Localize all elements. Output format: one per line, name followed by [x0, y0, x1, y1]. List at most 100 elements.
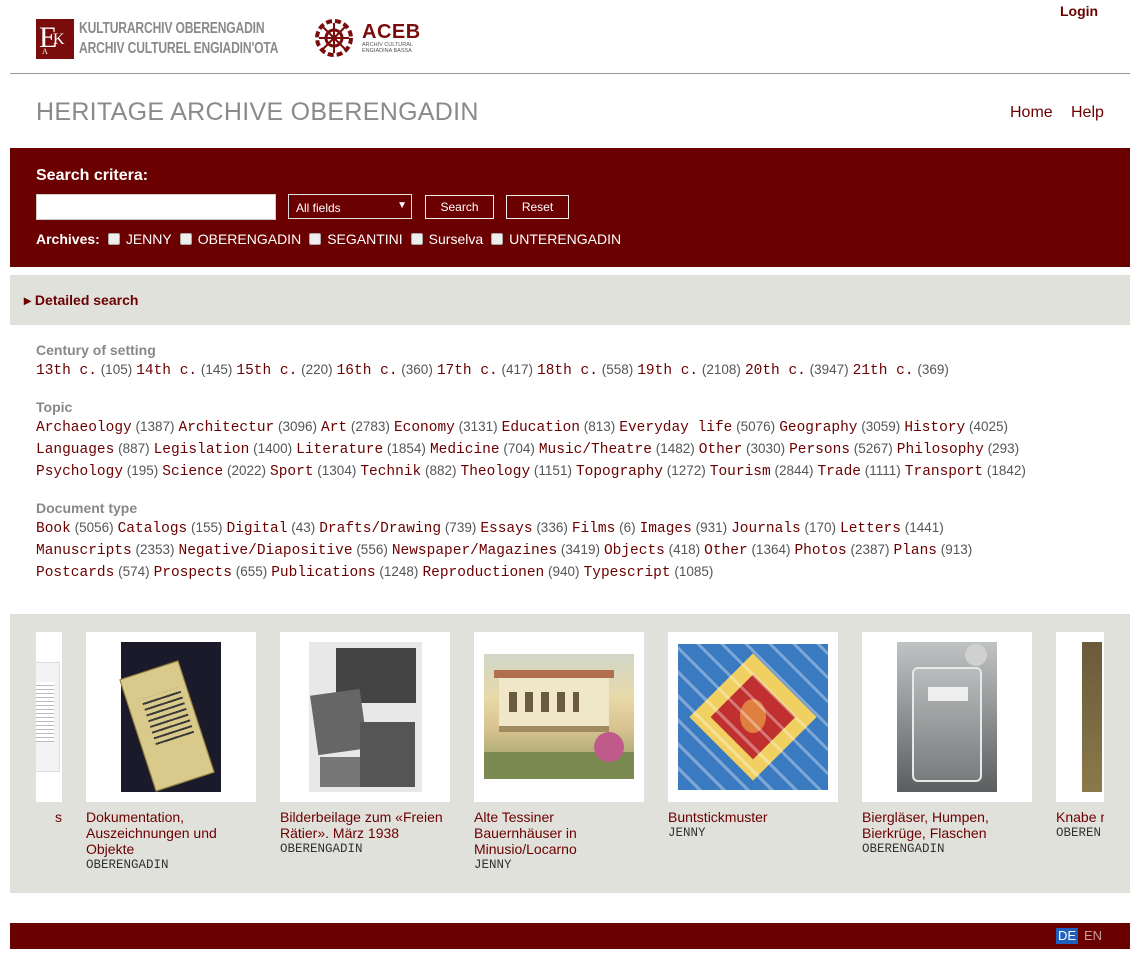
checkbox[interactable]	[309, 233, 322, 245]
facet-link[interactable]: Architectur	[179, 420, 275, 436]
archive-option-oberengadin[interactable]: OBERENGADIN	[179, 231, 301, 247]
facet-link[interactable]: 20th c.	[745, 363, 806, 379]
search-input[interactable]	[36, 194, 276, 220]
facet-link[interactable]: Persons	[789, 442, 850, 458]
facet-link[interactable]: Prospects	[154, 565, 232, 581]
facet-link[interactable]: Postcards	[36, 565, 114, 581]
facet-link[interactable]: Archaeology	[36, 420, 132, 436]
kulturarchiv-logo[interactable]: E K A KULTURARCHIV OBERENGADIN ARCHIV CU…	[36, 18, 281, 60]
facet-link[interactable]: Other	[699, 442, 743, 458]
carousel-thumbnail[interactable]	[1056, 632, 1104, 802]
facet-link[interactable]: Legislation	[154, 442, 250, 458]
archive-option-surselva[interactable]: Surselva	[410, 231, 483, 247]
carousel-thumbnail[interactable]	[86, 632, 256, 802]
facet-link[interactable]: Technik	[360, 464, 421, 480]
facet-link[interactable]: Publications	[271, 565, 375, 581]
checkbox[interactable]	[179, 233, 192, 245]
archive-option-unterengadin[interactable]: UNTERENGADIN	[491, 231, 621, 247]
carousel-item[interactable]: s	[36, 632, 62, 825]
facet-link[interactable]: Sport	[270, 464, 314, 480]
aceb-logo[interactable]: ACEB ARCHIV CULTURAL ENGIADINA BASSA	[314, 18, 421, 58]
facet-link[interactable]: Music/Theatre	[539, 442, 652, 458]
carousel-thumbnail[interactable]	[474, 632, 644, 802]
carousel-thumbnail[interactable]	[280, 632, 450, 802]
archives-filter: Archives: JENNY OBERENGADIN SEGANTINI Su…	[36, 231, 629, 247]
carousel-item-title[interactable]: Bilderbeilage zum «Freien Rätier». März …	[280, 809, 450, 841]
facet-link[interactable]: Newspaper/Magazines	[392, 543, 557, 559]
facet-link[interactable]: Philosophy	[897, 442, 984, 458]
facet-link[interactable]: Manuscripts	[36, 543, 132, 559]
facet-link[interactable]: Transport	[905, 464, 983, 480]
archive-option-segantini[interactable]: SEGANTINI	[309, 231, 403, 247]
carousel-item-title[interactable]: s	[36, 809, 62, 825]
reset-button[interactable]: Reset	[506, 195, 569, 219]
facet-link[interactable]: Essays	[480, 521, 532, 537]
facet-link[interactable]: Catalogs	[118, 521, 188, 537]
archive-option-jenny[interactable]: JENNY	[107, 231, 172, 247]
checkbox[interactable]	[491, 233, 504, 245]
facet-link[interactable]: Education	[502, 420, 580, 436]
facet-link[interactable]: Theology	[461, 464, 531, 480]
facet-link[interactable]: Tourism	[710, 464, 771, 480]
login-link[interactable]: Login	[1060, 3, 1098, 19]
facet-link[interactable]: Languages	[36, 442, 114, 458]
search-button[interactable]: Search	[425, 195, 494, 219]
checkbox[interactable]	[410, 233, 423, 245]
facet-link[interactable]: Psychology	[36, 464, 123, 480]
carousel-item[interactable]: Dokumentation, Auszeichnungen und Objekt…	[86, 632, 256, 873]
facet-link[interactable]: 15th c.	[236, 363, 297, 379]
facet-link[interactable]: Economy	[394, 420, 455, 436]
facet-link[interactable]: Topography	[576, 464, 663, 480]
facet-link[interactable]: 17th c.	[437, 363, 498, 379]
facet-link[interactable]: Plans	[893, 543, 937, 559]
facet-link[interactable]: Art	[321, 420, 347, 436]
facet-count: (1151)	[533, 463, 572, 478]
detailed-search-toggle[interactable]: ▸ Detailed search	[24, 292, 138, 309]
facet-link[interactable]: Journals	[731, 521, 801, 537]
facet-link[interactable]: Objects	[604, 543, 665, 559]
nav-help-link[interactable]: Help	[1071, 104, 1104, 122]
language-en-link[interactable]: EN	[1084, 928, 1102, 944]
facet-link[interactable]: Science	[162, 464, 223, 480]
facet-link[interactable]: Letters	[840, 521, 901, 537]
carousel-item[interactable]: Biergläser, Humpen, Bierkrüge, Flaschen O…	[862, 632, 1032, 857]
carousel-item[interactable]: Buntstickmuster JENNY	[668, 632, 838, 841]
facet-link[interactable]: Films	[572, 521, 616, 537]
facet-link[interactable]: Digital	[227, 521, 288, 537]
facet-link[interactable]: 21th c.	[853, 363, 914, 379]
carousel-item-title[interactable]: Alte Tessiner Bauernhäuser in Minusio/Lo…	[474, 809, 644, 857]
facet-link[interactable]: 16th c.	[337, 363, 398, 379]
checkbox[interactable]	[107, 233, 120, 245]
facet-link[interactable]: 13th c.	[36, 363, 97, 379]
facet-link[interactable]: Medicine	[430, 442, 500, 458]
carousel-item[interactable]: Knabe mOBEREN	[1056, 632, 1104, 841]
facet-link[interactable]: History	[904, 420, 965, 436]
language-de-link[interactable]: DE	[1056, 928, 1079, 944]
carousel-thumbnail[interactable]	[668, 632, 838, 802]
facet-link[interactable]: Everyday life	[619, 420, 732, 436]
facet-link[interactable]: 18th c.	[537, 363, 598, 379]
facet-link[interactable]: Negative/Diapositive	[179, 543, 353, 559]
carousel-thumbnail[interactable]	[36, 632, 62, 802]
facet-link[interactable]: Geography	[779, 420, 857, 436]
field-select[interactable]: All fields ▼	[288, 194, 412, 219]
facet-link[interactable]: Images	[640, 521, 692, 537]
facet-link[interactable]: 19th c.	[637, 363, 698, 379]
facet-link[interactable]: 14th c.	[136, 363, 197, 379]
carousel-item-title[interactable]: Buntstickmuster	[668, 809, 838, 825]
carousel-item-title[interactable]: Dokumentation, Auszeichnungen und Objekt…	[86, 809, 256, 857]
facet-link[interactable]: Other	[704, 543, 748, 559]
carousel-item-title[interactable]: Knabe m	[1056, 809, 1104, 825]
carousel-item-title[interactable]: Biergläser, Humpen, Bierkrüge, Flaschen	[862, 809, 1032, 841]
carousel-item[interactable]: Alte Tessiner Bauernhäuser in Minusio/Lo…	[474, 632, 644, 873]
facet-link[interactable]: Reproductionen	[422, 565, 544, 581]
facet-link[interactable]: Typescript	[584, 565, 671, 581]
nav-home-link[interactable]: Home	[1010, 104, 1053, 122]
carousel-item[interactable]: Bilderbeilage zum «Freien Rätier». März …	[280, 632, 450, 857]
facet-link[interactable]: Literature	[296, 442, 383, 458]
carousel-thumbnail[interactable]	[862, 632, 1032, 802]
facet-link[interactable]: Drafts/Drawing	[319, 521, 441, 537]
facet-link[interactable]: Book	[36, 521, 71, 537]
facet-link[interactable]: Photos	[794, 543, 846, 559]
facet-link[interactable]: Trade	[817, 464, 861, 480]
